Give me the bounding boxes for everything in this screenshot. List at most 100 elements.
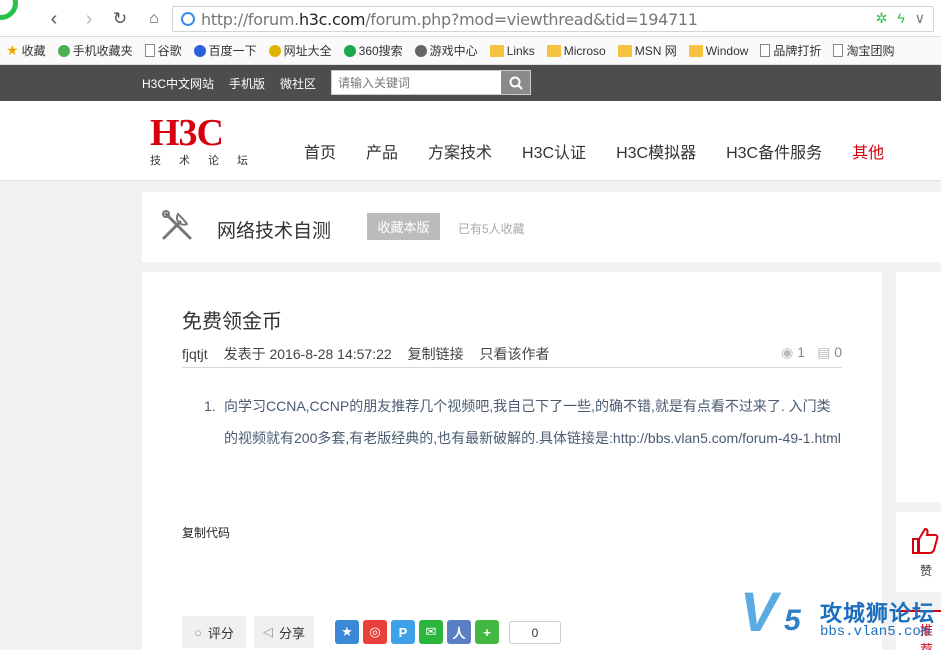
speed-icon[interactable]: ϟ xyxy=(897,10,904,27)
reload-icon[interactable]: ↻ xyxy=(108,7,132,31)
copy-code-link[interactable]: 复制代码 xyxy=(182,524,230,541)
bookmark-label: 品牌打折 xyxy=(773,44,822,58)
bookmark-label: Window xyxy=(705,43,749,58)
security-icon[interactable]: ✲ xyxy=(876,10,888,27)
bookmark-label: 网址大全 xyxy=(283,44,332,58)
like-label: 赞 xyxy=(920,564,933,578)
page-icon xyxy=(760,44,771,57)
bookmark-label: 360搜索 xyxy=(358,44,403,58)
bookmark-item[interactable]: 百度一下 xyxy=(193,42,257,59)
bookmark-item[interactable]: MSN 网 xyxy=(617,42,677,59)
nav-other[interactable]: 其他 xyxy=(852,139,884,163)
bookmark-label: 收藏 xyxy=(21,44,46,58)
site-header: H3C 技术论坛 首页 产品 方案技术 H3C认证 H3C模拟器 H3C备件服务… xyxy=(0,101,941,181)
search-input[interactable] xyxy=(332,71,502,94)
forward-icon[interactable]: › xyxy=(77,7,101,31)
site-search xyxy=(331,70,531,95)
like-panel[interactable]: 赞 xyxy=(896,512,941,592)
h3c-logo[interactable]: H3C 技术论坛 xyxy=(150,114,266,168)
site-top-strip: H3C中文网站 手机版 微社区 xyxy=(0,65,941,101)
thumbs-up-icon xyxy=(912,527,939,554)
nav-spare-parts[interactable]: H3C备件服务 xyxy=(726,139,822,163)
nav-solutions[interactable]: 方案技术 xyxy=(428,139,492,163)
search-button[interactable] xyxy=(501,71,530,94)
side-panel xyxy=(896,272,941,502)
share-icons: ★ ◎ P ✉ 人 + xyxy=(335,620,499,644)
globe-icon xyxy=(268,44,281,57)
bookmark-item[interactable]: Window xyxy=(688,43,749,58)
post-body: 1. 向学习CCNA,CCNP的朋友推荐几个视频吧,我自己下了一些,的确不错,就… xyxy=(204,390,844,454)
phone-icon xyxy=(57,44,70,57)
main-nav: 首页 产品 方案技术 H3C认证 H3C模拟器 H3C备件服务 其他 xyxy=(304,139,914,163)
bookmark-item[interactable]: 游戏中心 xyxy=(414,42,478,59)
url-actions: ✲ ϟ ∨ xyxy=(876,10,925,27)
url-text: http://forum.h3c.com/forum.php?mod=viewt… xyxy=(201,10,698,29)
renren-share-icon[interactable]: 人 xyxy=(447,620,471,644)
bookmark-item[interactable]: 网址大全 xyxy=(268,42,332,59)
watermark-5-logo: 5 xyxy=(784,604,801,637)
qzone-share-icon[interactable]: ★ xyxy=(335,620,359,644)
post-meta: fjqtjt 发表于 2016-8-28 14:57:22 复制链接 只看该作者… xyxy=(182,344,842,368)
eye-icon: ◉ xyxy=(781,344,794,360)
nav-simulator[interactable]: H3C模拟器 xyxy=(616,139,696,163)
bookmark-label: Microso xyxy=(563,43,606,58)
dropdown-icon[interactable]: ∨ xyxy=(915,10,925,27)
rate-button[interactable]: ○ 评分 xyxy=(182,616,246,648)
bookmark-item[interactable]: 淘宝团购 xyxy=(833,42,894,59)
url-field[interactable]: http://forum.h3c.com/forum.php?mod=viewt… xyxy=(172,6,934,32)
bookmark-label: MSN 网 xyxy=(634,44,677,58)
bookmark-item[interactable]: 品牌打折 xyxy=(760,42,821,59)
gamepad-icon xyxy=(414,44,427,57)
link-mobile[interactable]: 手机版 xyxy=(229,75,265,92)
post-date: 发表于 2016-8-28 14:57:22 xyxy=(223,346,392,362)
forum-title: 网络技术自测 xyxy=(217,221,332,242)
bookmark-label: Links xyxy=(506,43,535,58)
link-h3c-cn[interactable]: H3C中文网站 xyxy=(142,75,214,92)
nav-home[interactable]: 首页 xyxy=(304,139,336,163)
home-icon[interactable]: ⌂ xyxy=(142,7,166,31)
chat-icon: ○ xyxy=(194,624,202,640)
wechat-share-icon[interactable]: ✉ xyxy=(419,620,443,644)
favorite-count: 已有5人收藏 xyxy=(458,222,525,236)
back-icon[interactable]: ‹ xyxy=(42,7,66,31)
post-title: 免费领金币 xyxy=(182,311,282,333)
bookmark-label: 手机收藏夹 xyxy=(72,44,133,58)
replies-stat: ▤ 0 xyxy=(817,344,842,360)
author-only-link[interactable]: 只看该作者 xyxy=(479,346,549,362)
folder-icon xyxy=(688,44,703,57)
share-button[interactable]: ◁ 分享 xyxy=(254,616,314,648)
star-icon: ★ xyxy=(6,42,19,58)
bookmark-item[interactable]: Links xyxy=(489,43,535,58)
browser-address-bar: ‹ › ↻ ⌂ http://forum.h3c.com/forum.php?m… xyxy=(0,0,941,37)
nav-products[interactable]: 产品 xyxy=(366,139,398,163)
tools-icon xyxy=(162,210,192,240)
post-stats: ◉ 1 ▤ 0 xyxy=(781,344,842,361)
bookmark-item[interactable]: ★ 收藏 xyxy=(6,42,46,59)
site-icon xyxy=(181,12,195,26)
bookmark-item[interactable]: 360搜索 xyxy=(343,42,403,59)
more-share-icon[interactable]: + xyxy=(475,620,499,644)
post-text: 向学习CCNA,CCNP的朋友推荐几个视频吧,我自己下了一些,的确不错,就是有点… xyxy=(224,398,841,446)
bookmark-item[interactable]: Microso xyxy=(546,43,606,58)
tencent-weibo-share-icon[interactable]: P xyxy=(391,620,415,644)
nav-certification[interactable]: H3C认证 xyxy=(522,139,586,163)
bookmark-label: 百度一下 xyxy=(208,44,257,58)
page-icon xyxy=(833,44,844,57)
watermark-v-logo: V xyxy=(740,580,778,643)
share-count: 0 xyxy=(509,621,561,644)
bookmark-label: 谷歌 xyxy=(157,44,182,58)
favorite-forum-button[interactable]: 收藏本版 xyxy=(367,213,440,240)
bookmark-label: 淘宝团购 xyxy=(846,44,895,58)
bookmark-item[interactable]: 手机收藏夹 xyxy=(57,42,133,59)
folder-icon xyxy=(546,44,561,57)
post-author[interactable]: fjqtjt xyxy=(182,346,208,362)
folder-icon xyxy=(617,44,632,57)
bookmarks-bar: ★ 收藏 手机收藏夹 谷歌 百度一下 网址大全 360搜索 游戏中心 Links Microso M… xyxy=(0,37,941,65)
link-micro-community[interactable]: 微社区 xyxy=(280,75,316,92)
watermark-url: bbs.vlan5.com xyxy=(820,624,930,640)
weibo-share-icon[interactable]: ◎ xyxy=(363,620,387,644)
bookmark-item[interactable]: 谷歌 xyxy=(144,42,182,59)
copy-link[interactable]: 复制链接 xyxy=(408,346,464,362)
views-stat: ◉ 1 xyxy=(781,344,806,360)
comment-icon: ▤ xyxy=(817,344,831,360)
